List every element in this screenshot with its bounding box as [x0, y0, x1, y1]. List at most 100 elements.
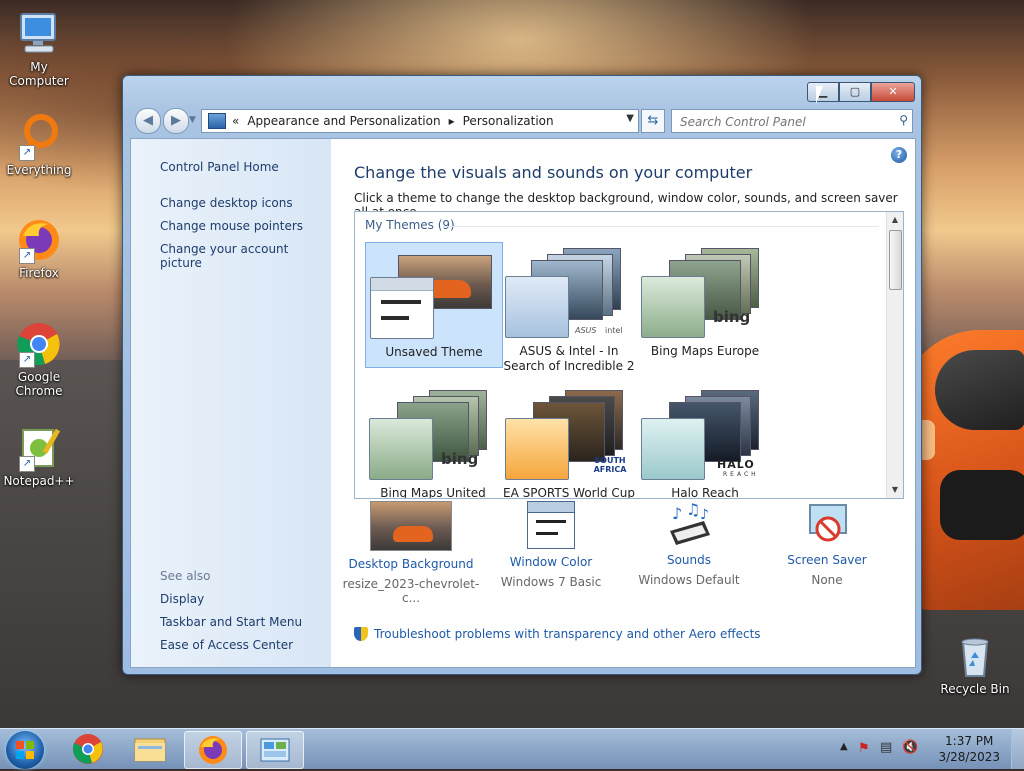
theme-asus-intel[interactable]: ASUS intel ASUS & Intel - In Search of I…	[501, 242, 637, 373]
search-box[interactable]: ⚲	[671, 109, 913, 133]
theme-name: ASUS & Intel - In Search of Incredible 2	[503, 344, 635, 373]
close-button[interactable]: ✕	[871, 82, 915, 102]
control-panel-icon	[208, 113, 226, 129]
chrome-icon: ↗	[15, 320, 63, 368]
window-color-swatch	[505, 418, 569, 480]
scroll-up-icon[interactable]: ▲	[887, 212, 903, 228]
asus-logo: ASUS	[575, 326, 597, 335]
action-center-icon[interactable]: ⚑	[858, 741, 870, 756]
bing-logo: bing	[441, 450, 479, 468]
search-input[interactable]	[678, 112, 882, 132]
taskbar-file-explorer[interactable]	[122, 731, 178, 767]
bing-logo: bing	[713, 308, 751, 326]
mouse-cursor	[816, 86, 830, 104]
show-hidden-icons-icon[interactable]: ▲	[840, 741, 848, 752]
window-color-setting[interactable]: Window Color Windows 7 Basic	[481, 501, 621, 589]
desktop-background-value: resize_2023-chevrolet-c...	[342, 577, 480, 605]
taskbar-firefox[interactable]	[184, 731, 242, 769]
see-also-heading: See also	[160, 569, 211, 583]
svg-text:♪: ♪	[700, 507, 709, 523]
desktop-icon-recycle-bin[interactable]: Recycle Bin	[936, 632, 1014, 696]
troubleshoot-aero-text[interactable]: Troubleshoot problems with transparency …	[374, 627, 761, 641]
desktop-icon-firefox[interactable]: ↗ Firefox	[0, 216, 78, 280]
theme-list: My Themes (9) Unsaved Theme ASUS intel A…	[354, 211, 904, 499]
taskbar-control-panel[interactable]	[246, 731, 304, 769]
theme-unsaved[interactable]: Unsaved Theme	[365, 242, 503, 368]
help-icon[interactable]: ?	[891, 147, 907, 163]
wallpaper-car-grille	[940, 470, 1024, 540]
shortcut-arrow-icon: ↗	[19, 248, 35, 264]
south-africa-logo: SOUTH AFRICA	[593, 456, 627, 474]
screen-saver-label[interactable]: Screen Saver	[757, 553, 897, 567]
theme-ea-sports-world-cup[interactable]: SOUTH AFRICA EA SPORTS World Cup	[501, 384, 637, 498]
screen-saver-value: None	[811, 573, 843, 587]
link-display[interactable]: Display	[160, 592, 204, 606]
breadcrumb-personalization[interactable]: Personalization	[463, 114, 554, 128]
desktop-icon-label: Notepad++	[3, 474, 75, 488]
navigation-bar: ◀ ▶ ▼ « Appearance and Personalization ▸…	[131, 106, 913, 134]
refresh-button[interactable]: ⇆	[641, 109, 665, 133]
clock-time: 1:37 PM	[945, 734, 994, 748]
link-taskbar-and-start-menu[interactable]: Taskbar and Start Menu	[160, 615, 302, 629]
window-color-swatch	[505, 276, 569, 338]
scroll-down-icon[interactable]: ▼	[887, 482, 903, 498]
main-pane: ? Change the visuals and sounds on your …	[331, 139, 915, 667]
window-color-label[interactable]: Window Color	[481, 555, 621, 569]
troubleshoot-aero-link[interactable]: Troubleshoot problems with transparency …	[354, 627, 761, 641]
breadcrumb-appearance-and-personalization[interactable]: Appearance and Personalization	[247, 114, 440, 128]
wallpaper-car-window	[935, 350, 1024, 430]
show-desktop-button[interactable]	[1011, 729, 1024, 769]
link-change-account-picture[interactable]: Change your account picture	[160, 242, 331, 270]
desktop-icon-google-chrome[interactable]: ↗ Google Chrome	[0, 320, 78, 398]
screen-saver-setting[interactable]: Screen Saver None	[757, 501, 897, 587]
theme-bing-maps-europe[interactable]: bing Bing Maps Europe	[637, 242, 773, 366]
recent-pages-icon[interactable]: ▼	[189, 115, 196, 125]
window-color-swatch	[641, 418, 705, 480]
link-change-mouse-pointers[interactable]: Change mouse pointers	[160, 219, 303, 233]
forward-button[interactable]: ▶	[163, 108, 189, 134]
notepad-plus-plus-icon: ↗	[15, 424, 63, 472]
content-area: Control Panel Home Change desktop icons …	[130, 138, 916, 668]
intel-logo: intel	[605, 326, 623, 335]
theme-halo-reach[interactable]: HALO REACH Halo Reach	[637, 384, 773, 499]
left-pane: Control Panel Home Change desktop icons …	[131, 139, 331, 667]
address-bar[interactable]: « Appearance and Personalization ▸ Perso…	[201, 109, 639, 133]
system-tray: ▲ ⚑ ▤ 🔇 1:37 PM 3/28/2023	[834, 729, 1024, 769]
shortcut-arrow-icon: ↗	[19, 145, 35, 161]
window-color-swatch	[370, 277, 434, 339]
volume-muted-icon[interactable]: 🔇	[902, 740, 918, 755]
desktop-icon-notepad-plus-plus[interactable]: ↗ Notepad++	[0, 424, 78, 488]
sounds-icon: ♪ ♫ ♪	[664, 500, 714, 547]
network-icon[interactable]: ▤	[880, 740, 892, 755]
folder-icon	[134, 738, 166, 762]
recycle-bin-icon	[951, 632, 999, 680]
link-ease-of-access-center[interactable]: Ease of Access Center	[160, 638, 293, 652]
sounds-value: Windows Default	[638, 573, 740, 587]
theme-list-scrollbar[interactable]: ▲ ▼	[886, 212, 903, 498]
shortcut-arrow-icon: ↗	[19, 456, 35, 472]
start-button[interactable]	[6, 731, 44, 769]
breadcrumb-separator-icon[interactable]: ▸	[449, 114, 455, 128]
address-dropdown-icon[interactable]: ▼	[626, 113, 634, 124]
search-icon[interactable]: ⚲	[899, 113, 908, 127]
sounds-setting[interactable]: ♪ ♫ ♪ Sounds Windows Default	[619, 500, 759, 587]
scroll-thumb[interactable]	[889, 230, 902, 290]
back-button[interactable]: ◀	[135, 108, 161, 134]
maximize-button[interactable]: ▢	[839, 82, 871, 102]
address-overflow-chevron[interactable]: «	[232, 114, 239, 128]
desktop-icon-everything[interactable]: ↗ Everything	[0, 113, 78, 177]
firefox-icon	[199, 736, 227, 764]
link-control-panel-home[interactable]: Control Panel Home	[160, 160, 279, 174]
theme-bing-maps-united[interactable]: bing Bing Maps United	[365, 384, 501, 498]
desktop-background-setting[interactable]: Desktop Background resize_2023-chevrolet…	[341, 501, 481, 605]
group-label-my-themes[interactable]: My Themes (9)	[365, 218, 455, 232]
window-color-icon	[527, 501, 575, 549]
desktop-background-label[interactable]: Desktop Background	[341, 557, 481, 571]
theme-name: Halo Reach	[671, 486, 739, 499]
sounds-label[interactable]: Sounds	[619, 553, 759, 567]
link-change-desktop-icons[interactable]: Change desktop icons	[160, 196, 293, 210]
reach-logo: REACH	[723, 471, 759, 478]
taskbar-chrome[interactable]	[60, 731, 116, 767]
clock[interactable]: 1:37 PM 3/28/2023	[938, 733, 1000, 765]
desktop-icon-my-computer[interactable]: My Computer	[0, 10, 78, 88]
